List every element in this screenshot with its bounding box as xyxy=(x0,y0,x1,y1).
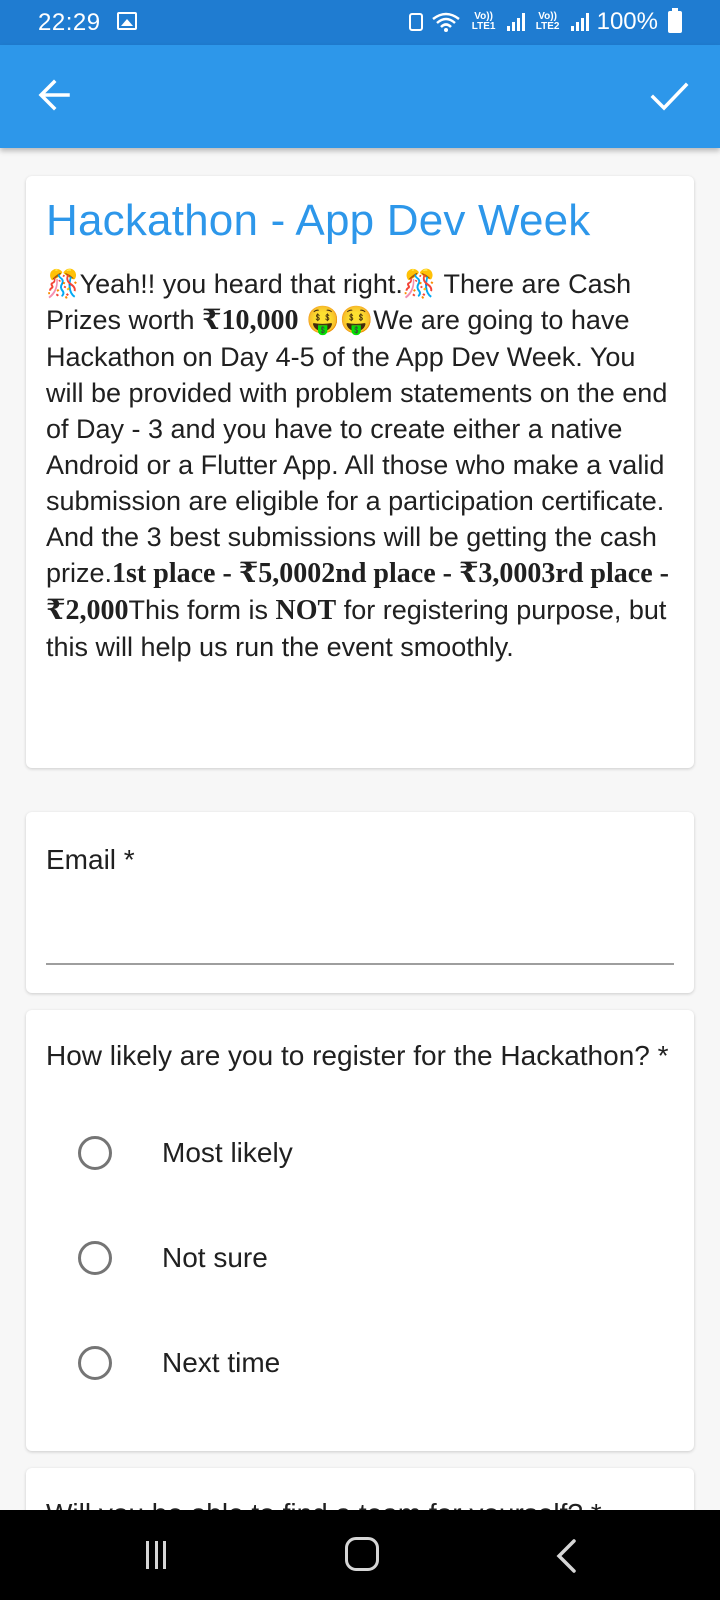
signal-1-icon xyxy=(506,13,525,31)
status-time: 22:29 xyxy=(38,9,101,36)
description-text: Yeah!! you heard that right. xyxy=(79,269,403,299)
battery-icon xyxy=(668,8,682,33)
not-emphasis: NOT xyxy=(275,595,337,626)
app-bar xyxy=(0,45,720,148)
celebrate-emoji: 🎊 xyxy=(402,269,437,299)
system-nav-bar xyxy=(0,1510,720,1600)
option-label: Most likely xyxy=(162,1136,293,1168)
arrow-left-icon[interactable] xyxy=(34,75,74,115)
wifi-icon xyxy=(431,12,460,32)
status-bar: 22:29 Vo)) LTE1 Vo)) LTE2 100% xyxy=(0,0,720,45)
option-label: Next time xyxy=(162,1346,281,1378)
signal-2-icon xyxy=(570,13,589,31)
option-not-sure[interactable]: Not sure xyxy=(46,1205,674,1310)
form-title: Hackathon - App Dev Week xyxy=(46,196,591,245)
network-2-label: Vo)) LTE2 xyxy=(535,11,560,32)
option-next-time[interactable]: Next time xyxy=(46,1310,674,1415)
home-icon[interactable] xyxy=(345,1537,379,1571)
register-likelihood-label: How likely are you to register for the H… xyxy=(46,1040,669,1071)
form-description: 🎊Yeah!! you heard that right.🎊 There are… xyxy=(46,266,674,665)
prize-total: ₹10,000 xyxy=(202,305,299,336)
register-likelihood-card: How likely are you to register for the H… xyxy=(26,1010,694,1451)
lock-icon xyxy=(408,13,423,31)
description-text: This form is xyxy=(128,595,276,625)
gallery-notification-icon xyxy=(117,12,137,30)
celebrate-emoji: 🎊 xyxy=(46,269,80,299)
network-1-label: Vo)) LTE1 xyxy=(471,11,496,32)
form-intro-card: Hackathon - App Dev Week 🎊Yeah!! you hea… xyxy=(26,176,694,768)
option-label: Not sure xyxy=(162,1241,268,1273)
option-most-likely[interactable]: Most likely xyxy=(46,1100,674,1205)
money-emoji: 🤑 xyxy=(339,305,374,335)
email-question-card: Email * xyxy=(26,812,694,993)
check-icon[interactable] xyxy=(648,75,690,117)
email-label: Email * xyxy=(46,844,135,875)
radio-button[interactable] xyxy=(78,1240,112,1275)
back-chevron-icon[interactable] xyxy=(552,1538,580,1574)
radio-button[interactable] xyxy=(78,1135,112,1170)
recents-icon[interactable] xyxy=(146,1541,166,1569)
radio-group: Most likely Not sure Next time xyxy=(46,1100,674,1415)
money-emoji: 🤑 xyxy=(306,305,340,335)
radio-button[interactable] xyxy=(78,1345,112,1380)
email-field[interactable] xyxy=(46,963,674,965)
battery-percent: 100% xyxy=(596,8,658,35)
description-text: We are going to have Hackathon on Day 4-… xyxy=(46,305,668,588)
status-icons: Vo)) LTE1 Vo)) LTE2 100% xyxy=(408,8,682,36)
